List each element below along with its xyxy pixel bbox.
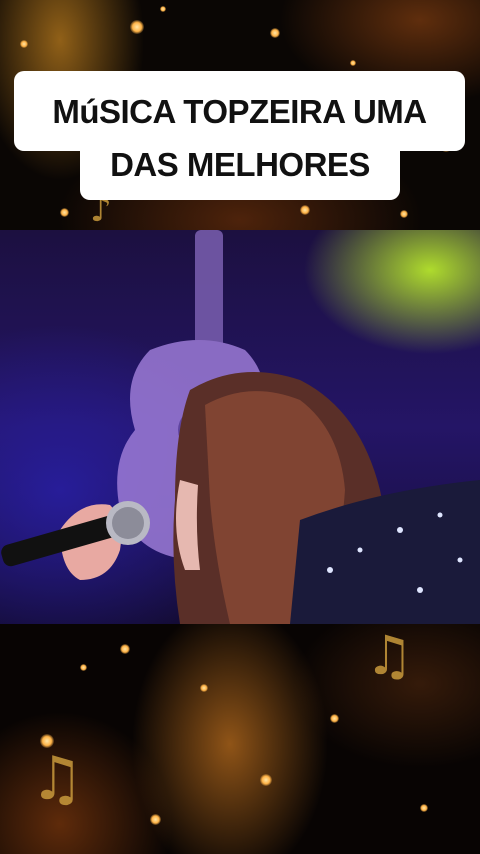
video-frame: ♪ ♫ ♫ MúSICA TOPZEIRA UMA DAS MELHORES — [0, 0, 480, 854]
caption-line-2-box: DAS MELHORES — [80, 130, 400, 200]
music-note-icon: ♫ — [365, 624, 414, 687]
sparkle — [80, 664, 87, 671]
sparkle — [20, 40, 28, 48]
sparkle — [150, 814, 161, 825]
sparkle — [300, 205, 310, 215]
sparkle — [400, 210, 408, 218]
sparkle — [130, 20, 144, 34]
sparkle — [420, 804, 428, 812]
caption-line-1: MúSICA TOPZEIRA UMA — [52, 93, 427, 130]
microphone-icon — [1, 501, 150, 580]
bottom-sparkle-background: ♫ ♫ — [0, 624, 480, 854]
sparkle — [330, 714, 339, 723]
sparkle — [60, 208, 69, 217]
sparkle — [120, 644, 130, 654]
singer — [173, 372, 480, 624]
concert-scene — [1, 230, 480, 624]
sparkle — [350, 60, 356, 66]
sparkle — [160, 6, 166, 12]
music-note-icon: ♫ — [30, 744, 84, 814]
sparkle — [200, 684, 208, 692]
sparkle — [270, 28, 280, 38]
concert-video — [0, 230, 480, 624]
caption-line-2: DAS MELHORES — [110, 146, 370, 183]
sparkle — [260, 774, 272, 786]
